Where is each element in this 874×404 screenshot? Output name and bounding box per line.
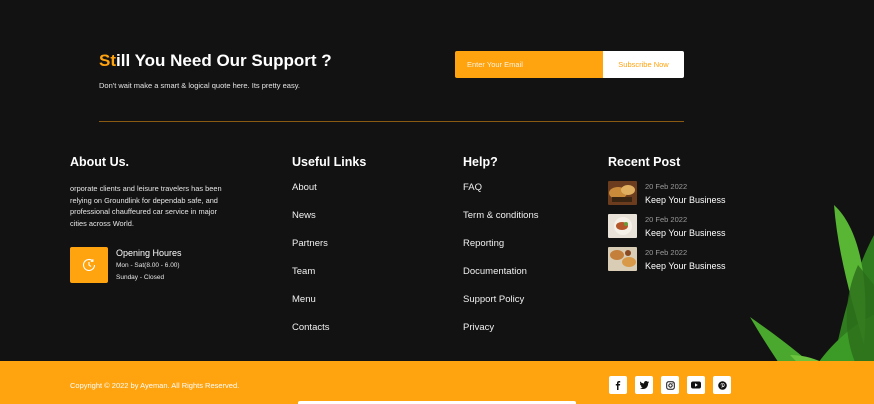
opening-hours-title: Opening Houres (116, 248, 182, 258)
social-links (609, 376, 731, 394)
recent-post-title-text: Keep Your Business (645, 261, 726, 271)
link-documentation[interactable]: Documentation (463, 266, 539, 294)
link-news[interactable]: News (292, 210, 330, 238)
subscribe-button[interactable]: Subscribe Now (603, 51, 684, 78)
recent-post-title: Recent Post (608, 155, 681, 169)
recent-post-title-text: Keep Your Business (645, 195, 726, 205)
recent-post-thumbnail (608, 247, 637, 271)
twitter-icon[interactable] (635, 376, 653, 394)
clock-icon (70, 247, 108, 283)
useful-links-title: Useful Links (292, 155, 367, 169)
help-links-list: FAQ Term & conditions Reporting Document… (463, 182, 539, 350)
support-title-rest: ill You Need Our Support ? (116, 51, 332, 70)
useful-links-list: About News Partners Team Menu Contacts (292, 182, 330, 350)
facebook-icon[interactable] (609, 376, 627, 394)
section-divider (99, 121, 684, 122)
recent-post-item[interactable]: 20 Feb 2022 Keep Your Business (608, 214, 748, 242)
link-about[interactable]: About (292, 182, 330, 210)
pinterest-icon[interactable] (713, 376, 731, 394)
recent-post-date: 20 Feb 2022 (645, 215, 688, 224)
recent-post-item[interactable]: 20 Feb 2022 Keep Your Business (608, 247, 748, 275)
about-title: About Us. (70, 155, 130, 169)
youtube-icon[interactable] (687, 376, 705, 394)
instagram-icon[interactable] (661, 376, 679, 394)
about-text: orporate clients and leisure travelers h… (70, 184, 222, 228)
link-team[interactable]: Team (292, 266, 330, 294)
footer-bar: Copyright © 2022 by Ayeman. All Rights R… (0, 361, 874, 404)
recent-post-date: 20 Feb 2022 (645, 248, 688, 257)
help-title: Help? (463, 155, 498, 169)
link-reporting[interactable]: Reporting (463, 238, 539, 266)
recent-post-title-text: Keep Your Business (645, 228, 726, 238)
link-privacy[interactable]: Privacy (463, 322, 539, 350)
recent-post-thumbnail (608, 214, 637, 238)
recent-post-thumbnail (608, 181, 637, 205)
link-faq[interactable]: FAQ (463, 182, 539, 210)
support-subtitle: Don't wait make a smart & logical quote … (99, 81, 300, 90)
recent-post-date: 20 Feb 2022 (645, 182, 688, 191)
opening-hours-sunday: Sunday - Closed (116, 274, 165, 281)
link-support-policy[interactable]: Support Policy (463, 294, 539, 322)
link-partners[interactable]: Partners (292, 238, 330, 266)
email-input[interactable] (455, 51, 603, 78)
opening-hours-weekdays: Mon - Sat(8.00 - 6.00) (116, 262, 180, 269)
link-terms[interactable]: Term & conditions (463, 210, 539, 238)
support-title-highlight: St (99, 51, 116, 70)
recent-post-item[interactable]: 20 Feb 2022 Keep Your Business (608, 181, 748, 209)
subscribe-form: Subscribe Now (455, 51, 684, 78)
copyright-text: Copyright © 2022 by Ayeman. All Rights R… (70, 381, 240, 390)
support-title: Still You Need Our Support ? (99, 51, 332, 71)
link-contacts[interactable]: Contacts (292, 322, 330, 350)
link-menu[interactable]: Menu (292, 294, 330, 322)
